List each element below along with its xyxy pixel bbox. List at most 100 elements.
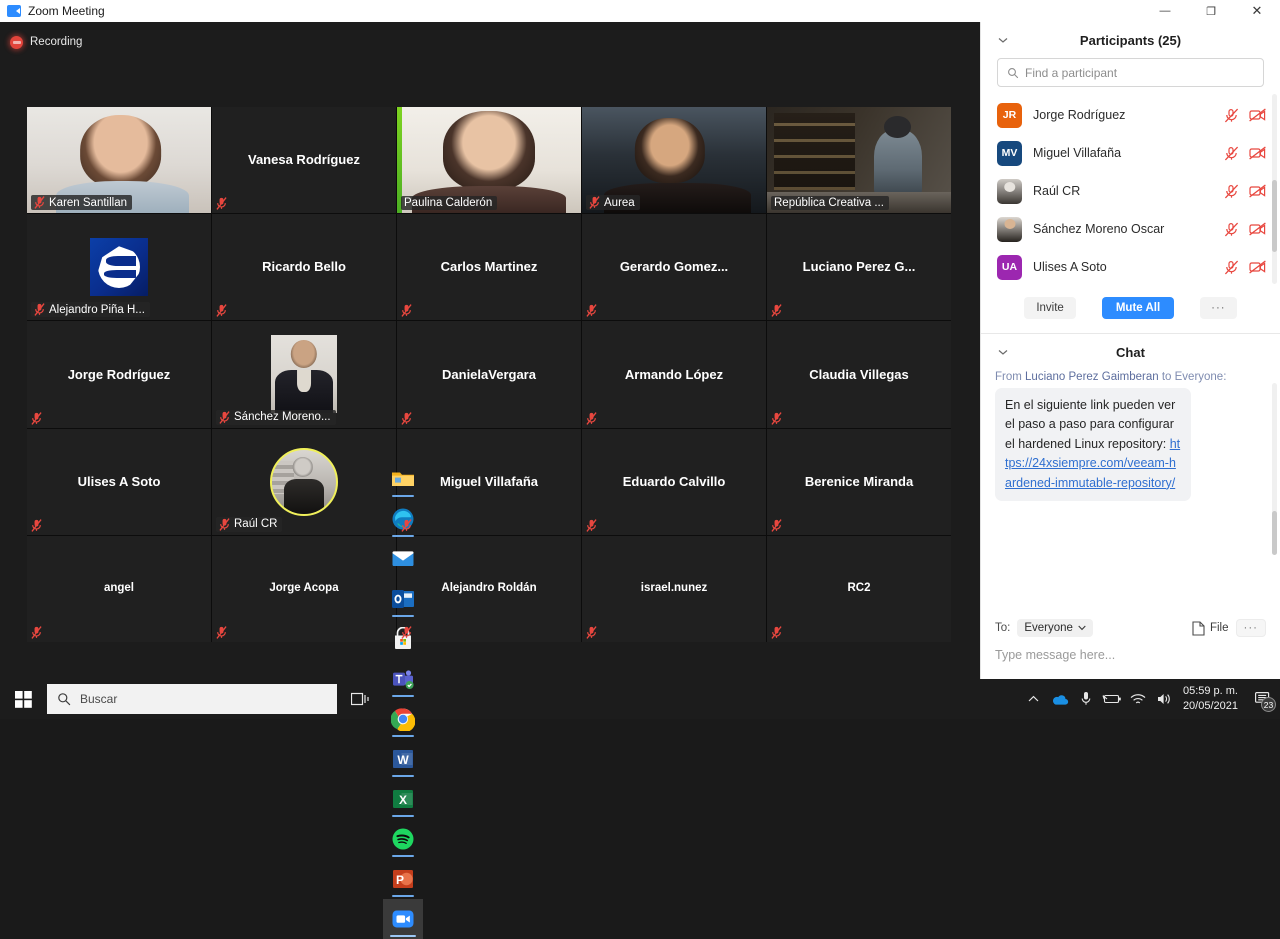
taskbar-app-excel[interactable]: X	[383, 779, 423, 819]
camera-muted-icon[interactable]	[1249, 184, 1266, 198]
chat-file-button[interactable]: File	[1192, 620, 1229, 636]
video-tile[interactable]: Berenice Miranda	[767, 428, 951, 535]
participants-header: Participants (25)	[981, 22, 1280, 58]
onedrive-tray-button[interactable]	[1047, 679, 1073, 719]
participant-name: Sánchez Moreno Oscar	[1033, 222, 1165, 236]
minimize-button[interactable]: —	[1142, 0, 1188, 22]
participant-name: Gerardo Gomez...	[619, 259, 729, 275]
video-tile[interactable]: Karen Santillan	[27, 107, 211, 214]
video-tile[interactable]: Aurea	[582, 107, 766, 214]
taskbar-search[interactable]: Buscar	[47, 684, 337, 714]
recording-indicator[interactable]: Recording	[10, 32, 82, 52]
microphone-muted-icon[interactable]	[1224, 260, 1239, 275]
battery-tray-button[interactable]	[1099, 679, 1125, 719]
taskbar-app-google-chrome[interactable]	[383, 699, 423, 739]
mute-all-button[interactable]: Mute All	[1101, 297, 1175, 319]
video-tile[interactable]: Sánchez Moreno...	[212, 321, 396, 428]
chat-message-input[interactable]: Type message here...	[981, 640, 1280, 662]
microphone-muted-icon	[401, 518, 412, 532]
chat-more-button[interactable]: ···	[1235, 619, 1266, 637]
chevron-down-icon[interactable]	[997, 34, 1009, 46]
participant-search-box[interactable]	[997, 58, 1264, 87]
video-tile[interactable]: Jorge Acopa	[212, 535, 396, 642]
video-tile[interactable]: República Creativa ...	[767, 107, 951, 214]
video-tile[interactable]: Jorge Rodríguez	[27, 321, 211, 428]
microphone-muted-icon[interactable]	[1224, 146, 1239, 161]
camera-muted-icon[interactable]	[1249, 222, 1266, 236]
video-tile[interactable]: Alejandro Piña H...	[27, 214, 211, 321]
participant-row[interactable]: MV Miguel Villafaña	[981, 134, 1280, 172]
microphone-muted-icon	[216, 197, 227, 211]
video-tile[interactable]: Claudia Villegas	[767, 321, 951, 428]
volume-tray-button[interactable]	[1151, 679, 1177, 719]
file-icon	[1192, 620, 1205, 636]
participant-row[interactable]: JR Jorge Rodríguez	[981, 96, 1280, 134]
restore-button[interactable]: ❐	[1188, 0, 1234, 22]
participant-name: israel.nunez	[640, 581, 708, 594]
participant-name: Sánchez Moreno...	[234, 411, 331, 424]
show-hidden-icons-button[interactable]	[1021, 679, 1047, 719]
invite-button[interactable]: Invite	[1024, 297, 1076, 319]
window-controls: — ❐ ✕	[1142, 0, 1280, 22]
close-button[interactable]: ✕	[1234, 0, 1280, 22]
search-input[interactable]	[1025, 65, 1254, 80]
participants-more-button[interactable]: ···	[1200, 297, 1237, 319]
participant-name: Ulises A Soto	[1033, 260, 1107, 274]
chat-title: Chat	[1116, 344, 1145, 360]
video-tile[interactable]: Alejandro Roldán	[397, 535, 581, 642]
microphone-muted-icon[interactable]	[1224, 184, 1239, 199]
chat-scrollbar-thumb[interactable]	[1272, 511, 1277, 555]
participant-row[interactable]: Raúl CR	[981, 172, 1280, 210]
microphone-muted-icon[interactable]	[1224, 108, 1239, 123]
video-tile[interactable]: DanielaVergara	[397, 321, 581, 428]
video-tile[interactable]: Gerardo Gomez...	[582, 214, 766, 321]
notification-center-button[interactable]: 23	[1246, 679, 1280, 719]
task-view-button[interactable]	[337, 679, 383, 719]
camera-muted-icon[interactable]	[1249, 108, 1266, 122]
video-tile[interactable]: Luciano Perez G...	[767, 214, 951, 321]
svg-text:X: X	[399, 793, 407, 807]
video-tile[interactable]: RC2	[767, 535, 951, 642]
camera-muted-icon[interactable]	[1249, 260, 1266, 274]
start-button[interactable]	[0, 679, 46, 719]
taskbar-clock[interactable]: 05:59 p. m. 20/05/2021	[1177, 684, 1246, 714]
video-tile[interactable]: Armando López	[582, 321, 766, 428]
tile-status	[401, 304, 412, 318]
taskbar-app-spotify[interactable]	[383, 819, 423, 859]
microphone-icon	[1081, 692, 1091, 705]
powerpoint-icon: P	[391, 867, 415, 891]
microphone-muted-icon	[586, 304, 597, 318]
chat-recipient-dropdown[interactable]: Everyone	[1017, 619, 1093, 637]
wifi-tray-button[interactable]	[1125, 679, 1151, 719]
participant-row[interactable]: UA Ulises A Soto	[981, 248, 1280, 286]
taskbar-app-file-explorer[interactable]	[383, 459, 423, 499]
participants-scrollbar-thumb[interactable]	[1272, 180, 1277, 252]
video-tile[interactable]: Paulina Calderón	[397, 107, 581, 214]
participant-avatar	[90, 238, 148, 297]
taskbar-app-zoom[interactable]	[383, 899, 423, 939]
taskbar-app-mail[interactable]	[383, 539, 423, 579]
taskbar-app-microsoft-teams[interactable]	[383, 659, 423, 699]
taskbar-app-outlook[interactable]	[383, 579, 423, 619]
chat-messages[interactable]: From Luciano Perez Gaimberan to Everyone…	[981, 371, 1280, 555]
video-tile[interactable]: Vanesa Rodríguez	[212, 107, 396, 214]
video-tile[interactable]: Carlos Martinez	[397, 214, 581, 321]
taskbar-app-word[interactable]: W	[383, 739, 423, 779]
video-tile[interactable]: Miguel Villafaña	[397, 428, 581, 535]
chevron-down-icon[interactable]	[997, 346, 1009, 358]
notification-badge: 23	[1261, 697, 1276, 712]
video-tile[interactable]: Ulises A Soto	[27, 428, 211, 535]
video-tile[interactable]: Ricardo Bello	[212, 214, 396, 321]
video-tile[interactable]: Eduardo Calvillo	[582, 428, 766, 535]
tile-status	[401, 518, 412, 532]
video-tile[interactable]: Raúl CR	[212, 428, 396, 535]
participant-row[interactable]: Sánchez Moreno Oscar	[981, 210, 1280, 248]
taskbar-app-powerpoint[interactable]: P	[383, 859, 423, 899]
microphone-muted-icon[interactable]	[1224, 222, 1239, 237]
video-tile[interactable]: angel	[27, 535, 211, 642]
video-tile[interactable]: israel.nunez	[582, 535, 766, 642]
participants-list[interactable]: JR Jorge Rodríguez MV Miguel Villafaña Raúl …	[981, 96, 1280, 286]
microphone-tray-button[interactable]	[1073, 679, 1099, 719]
camera-muted-icon[interactable]	[1249, 146, 1266, 160]
participant-status-icons	[1224, 184, 1266, 199]
